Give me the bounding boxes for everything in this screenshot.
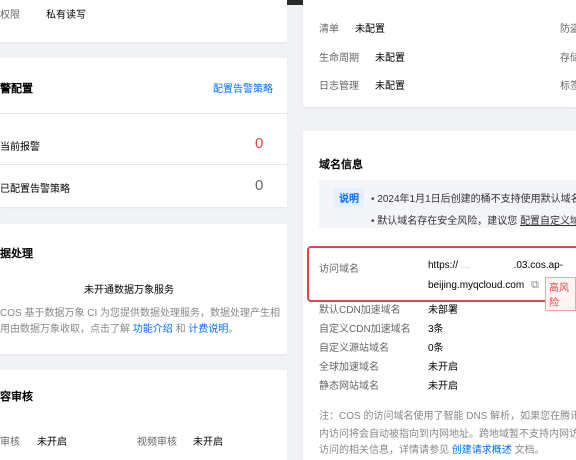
content-audit-title: 容审核	[0, 391, 33, 403]
access-domain-redacted: …	[460, 260, 471, 271]
default-cdn-domain-value: 未部署	[428, 305, 458, 316]
custom-cdn-domain-value: 3条	[428, 324, 444, 335]
inventory-value: 未配置	[355, 24, 385, 35]
access-domain-host: .03.cos.ap-	[513, 260, 564, 271]
billing-link[interactable]: 计费说明	[188, 324, 228, 335]
notice-line-2: 默认域名存在安全风险，建议您 配置自定义域	[371, 212, 576, 227]
log-management-value: 未配置	[375, 81, 405, 92]
access-domain-label: 访问域名	[319, 264, 359, 275]
global-acceleration-domain-value: 未开启	[428, 362, 458, 373]
ci-description-text: 用由数据万象收取，点击了解	[0, 324, 130, 335]
alarm-title: 警配置	[0, 83, 33, 95]
notice-line-1: 2024年1月1日后创建的桶不支持使用默认域名	[371, 190, 576, 205]
image-audit-value: 未开启	[37, 437, 67, 448]
inventory-label: 清单	[319, 24, 339, 35]
custom-origin-domain-value: 0条	[428, 343, 444, 354]
alarm-divider-2	[0, 164, 287, 165]
lifecycle-value: 未配置	[375, 53, 405, 64]
high-risk-tag: 高风险	[545, 277, 576, 311]
configure-alarm-policy-link[interactable]: 配置告警策略	[213, 80, 273, 95]
data-processing-card: 据处理 未开通数据万象服务 COS 基于数据万象 CI 为您提供数据处理服务，数…	[0, 224, 287, 354]
notice-line-2-text: 默认域名存在安全风险，建议您	[371, 216, 517, 227]
global-acceleration-domain-label: 全球加速域名	[319, 362, 379, 373]
bucket-settings-card: 清单 未配置 生命周期 未配置 日志管理 未配置 防盗 存储 标签	[303, 0, 576, 107]
alarm-card: 警配置 配置告警策略 当前报警 0 已配置告警策略 0	[0, 58, 287, 207]
copy-icon[interactable]: ⧉	[531, 279, 539, 292]
ci-description-line2: 用由数据万象收取，点击了解 功能介绍 和 计费说明。	[0, 320, 238, 335]
footnote-line-2: 内访问将会自动被指向到内网地址。跨地域暂不支持内网访问	[319, 429, 576, 440]
current-alarm-label: 当前报警	[0, 142, 40, 153]
permission-card: 权限 私有读写	[0, 0, 287, 42]
configured-policy-count: 0	[255, 177, 264, 194]
tag-label: 标签	[560, 81, 576, 92]
access-domain-line-1: https:// … .03.cos.ap-	[428, 260, 563, 271]
domain-info-card: 域名信息 说明 2024年1月1日后创建的桶不支持使用默认域名 默认域名存在安全…	[303, 131, 576, 460]
current-alarm-count: 0	[255, 135, 264, 152]
storage-label: 存储	[560, 53, 576, 64]
static-website-domain-label: 静态网站域名	[319, 381, 379, 392]
configured-policy-label: 已配置告警策略	[0, 184, 70, 195]
video-audit-value: 未开启	[193, 437, 223, 448]
custom-origin-domain-label: 自定义源站域名	[319, 343, 389, 354]
footnote-line-3-text: 访问的相关信息，详情请参见	[319, 445, 449, 456]
and-text: 和	[175, 324, 186, 335]
feature-intro-link[interactable]: 功能介绍	[133, 324, 173, 335]
ci-status: 未开通数据万象服务	[84, 285, 174, 296]
custom-cdn-domain-label: 自定义CDN加速域名	[319, 324, 411, 335]
log-management-label: 日志管理	[319, 81, 359, 92]
notice-tag: 说明	[334, 188, 364, 207]
request-overview-link[interactable]: 创建请求概述	[452, 445, 512, 456]
ci-description-line1: COS 基于数据万象 CI 为您提供数据处理服务，数据处理产生相	[0, 308, 281, 319]
lifecycle-label: 生命周期	[319, 53, 359, 64]
image-audit-label: 审核	[0, 437, 20, 448]
access-domain-line-2: beijing.myqcloud.com	[428, 280, 525, 291]
alarm-divider	[0, 113, 287, 114]
access-domain-scheme: https://	[428, 260, 459, 271]
video-audit-label: 视频审核	[137, 437, 177, 448]
static-website-domain-value: 未开启	[428, 381, 458, 392]
default-cdn-domain-label: 默认CDN加速域名	[319, 305, 401, 316]
content-audit-card: 容审核 审核 未开启 视频审核 未开启	[0, 370, 287, 460]
data-processing-title: 据处理	[0, 248, 33, 260]
hotlink-protection-label: 防盗	[560, 24, 576, 35]
footnote-line-3-end: 文档。	[514, 445, 545, 456]
footnote-line-1: 注：COS 的访问域名使用了智能 DNS 解析，如果您在腾讯云	[319, 411, 576, 422]
period-text: 。	[228, 324, 239, 335]
permission-value: 私有读写	[46, 10, 86, 21]
domain-info-title: 域名信息	[319, 159, 363, 171]
configure-custom-domain-link[interactable]: 配置自定义域	[520, 216, 576, 227]
footnote-line-3: 访问的相关信息，详情请参见 创建请求概述 文档。	[319, 441, 545, 456]
permission-label: 权限	[0, 10, 20, 21]
